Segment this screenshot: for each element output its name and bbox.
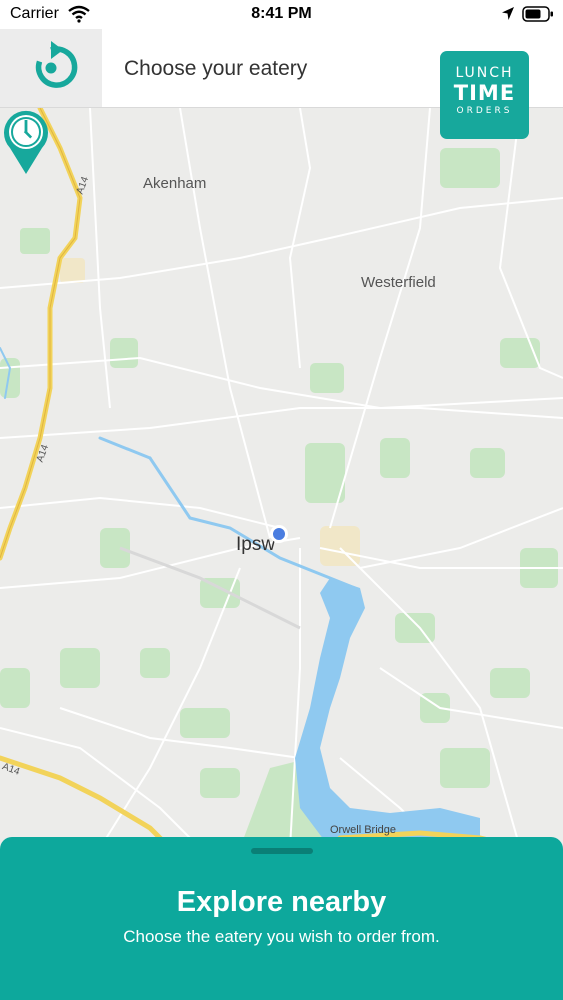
sheet-subtitle: Choose the eatery you wish to order from… <box>123 927 440 946</box>
logo-line-2: TIME <box>453 81 516 105</box>
sheet-title: Explore nearby <box>176 886 387 918</box>
status-bar: Carrier 8:41 PM <box>0 0 563 29</box>
page-title: Choose your eatery <box>124 57 308 80</box>
status-time: 8:41 PM <box>251 5 312 22</box>
map-view[interactable]: Akenham Westerfield Ipsw Orwell Bridge A… <box>0 108 563 848</box>
explore-sheet[interactable]: Explore nearby Choose the eatery you wis… <box>0 837 563 1000</box>
place-label-ipswich: Ipsw <box>236 534 276 555</box>
logo-line-3: ORDERS <box>456 106 513 116</box>
place-label-westerfield: Westerfield <box>361 274 436 291</box>
app-header: Choose your eatery LUNCH TIME ORDERS <box>0 29 563 139</box>
place-label-orwell-bridge: Orwell Bridge <box>330 824 397 836</box>
back-button[interactable] <box>0 29 102 107</box>
sheet-drag-handle[interactable] <box>250 848 313 854</box>
logo-line-1: LUNCH <box>455 65 514 81</box>
refresh-back-icon <box>35 41 78 88</box>
lunch-time-orders-logo: LUNCH TIME ORDERS <box>440 51 529 139</box>
user-location-dot <box>270 525 288 543</box>
place-label-akenham: Akenham <box>143 175 207 192</box>
map-tiles <box>0 108 563 848</box>
location-arrow-icon <box>502 7 514 20</box>
battery-icon <box>522 6 553 22</box>
eatery-map-pin-icon[interactable] <box>0 108 52 176</box>
